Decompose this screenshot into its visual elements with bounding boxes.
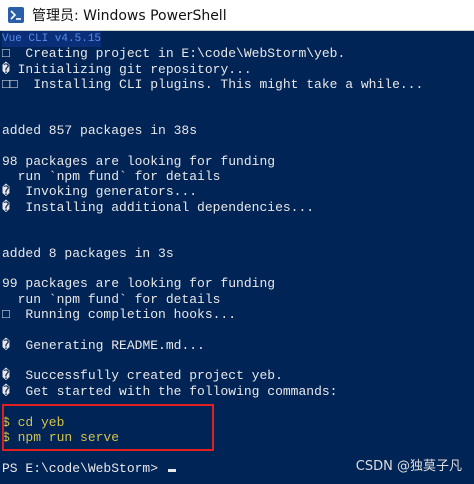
console-line: 99 packages are looking for funding (2, 276, 276, 291)
console-line: added 857 packages in 38s (2, 123, 198, 138)
window-title: 管理员: Windows PowerShell (32, 8, 227, 24)
console-line: � Invoking generators... (2, 184, 198, 199)
console-line: � Generating README.md... (2, 338, 205, 353)
powershell-icon (8, 7, 24, 23)
console-line: □□ Installing CLI plugins. This might ta… (2, 77, 424, 92)
console-line: added 8 packages in 3s (2, 246, 174, 261)
console-line: � Initializing git repository... (2, 62, 252, 77)
commands-highlight-box (2, 404, 214, 451)
title-bar[interactable]: 管理员: Windows PowerShell (0, 0, 474, 31)
text-cursor (167, 469, 176, 472)
watermark: CSDN @独莫子凡 (355, 459, 462, 474)
console-line: � Get started with the following command… (2, 384, 338, 399)
console-line: □ Creating project in E:\code\WebStorm\y… (2, 46, 346, 61)
console-line: 98 packages are looking for funding (2, 154, 276, 169)
console-line: run `npm fund` for details (2, 292, 221, 307)
powershell-window: 管理员: Windows PowerShell Vue CLI v4.5.15 … (0, 0, 474, 484)
console-line: � Successfully created project yeb. (2, 368, 283, 383)
prompt-text: PS E:\code\WebStorm> (2, 461, 166, 476)
console-line-header: Vue CLI v4.5.15 (2, 31, 102, 47)
console-line: � Installing additional dependencies... (2, 200, 315, 215)
prompt-line[interactable]: PS E:\code\WebStorm> (2, 461, 176, 477)
console-line: run `npm fund` for details (2, 169, 221, 184)
console-line: □ Running completion hooks... (2, 307, 237, 322)
console-output[interactable]: Vue CLI v4.5.15 □ Creating project in E:… (0, 31, 474, 484)
